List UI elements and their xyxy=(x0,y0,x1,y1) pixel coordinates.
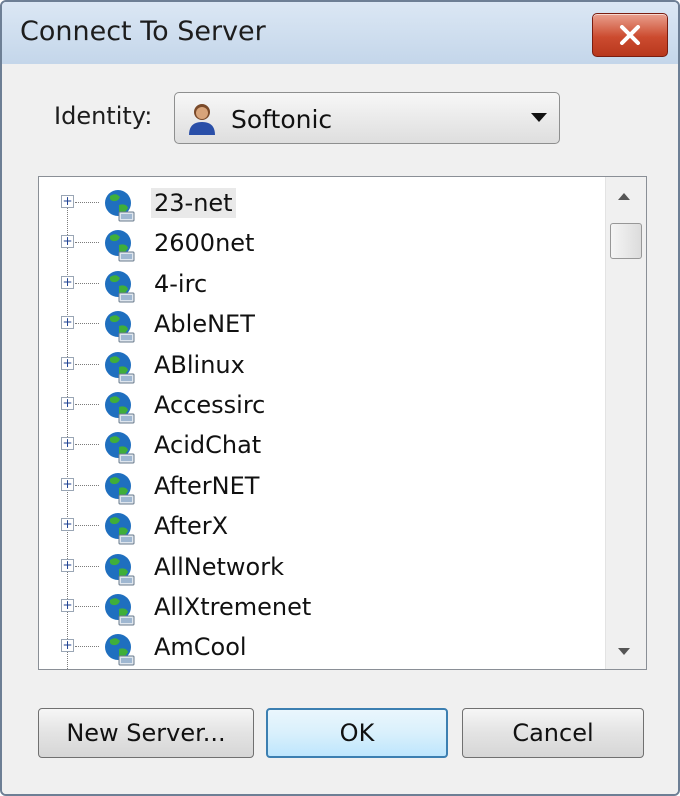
server-item[interactable]: + Accessirc xyxy=(39,385,599,425)
plus-expander-icon[interactable]: + xyxy=(61,316,74,330)
server-item[interactable]: + AfterX xyxy=(39,506,599,546)
server-name: AmCool xyxy=(154,633,247,662)
tree-connector xyxy=(75,202,99,203)
plus-expander-icon[interactable]: + xyxy=(61,639,74,653)
globe-icon xyxy=(105,553,135,586)
plus-expander-icon[interactable]: + xyxy=(61,356,74,370)
window-title: Connect To Server xyxy=(20,16,266,47)
server-name: Accessirc xyxy=(154,391,266,419)
plus-expander-icon[interactable]: + xyxy=(61,235,74,249)
server-item[interactable]: + AmCool xyxy=(39,627,599,667)
server-name: 23-net xyxy=(151,188,236,218)
server-item[interactable]: +23-net xyxy=(39,183,599,223)
tree-connector xyxy=(75,444,99,446)
connect-to-server-dialog: Connect To Server Identity: Softonic +23… xyxy=(0,0,680,796)
plus-expander-icon[interactable]: + xyxy=(61,477,74,491)
globe-icon xyxy=(105,472,135,505)
tree-connector xyxy=(75,242,99,244)
identity-label: Identity: xyxy=(54,102,153,130)
dialog-content: Identity: Softonic +23-net +2600net +4-irc… xyxy=(2,64,678,794)
plus-expander-icon[interactable]: + xyxy=(61,275,74,289)
server-item[interactable]: + ABlinux xyxy=(39,345,599,385)
plus-expander-icon[interactable]: + xyxy=(61,558,74,572)
chevron-down-icon xyxy=(531,113,547,122)
vertical-scrollbar[interactable] xyxy=(605,177,646,669)
new-server-button[interactable]: New Server... xyxy=(38,708,254,758)
server-name: AfterNET xyxy=(154,471,260,500)
server-name: AcidChat xyxy=(154,431,262,460)
globe-icon xyxy=(105,432,135,464)
tree-connector xyxy=(75,525,99,527)
server-tree[interactable]: +23-net +2600net +4-irc + AbleNET + ABlinux + Ac… xyxy=(38,176,647,670)
globe-icon xyxy=(105,190,135,222)
server-name: AllXtremenet xyxy=(154,593,312,621)
tree-connector xyxy=(75,565,99,567)
plus-expander-icon[interactable]: + xyxy=(61,599,74,612)
tree-connector xyxy=(75,282,99,284)
tree-connector xyxy=(75,646,99,648)
globe-icon xyxy=(105,270,135,303)
server-item[interactable]: +2600net xyxy=(39,223,599,263)
plus-expander-icon[interactable]: + xyxy=(61,437,74,451)
globe-icon xyxy=(105,392,135,424)
scroll-down-icon[interactable] xyxy=(618,648,630,655)
server-item[interactable]: + AfterNET xyxy=(39,466,599,506)
server-name: ABlinux xyxy=(154,350,245,379)
cancel-button[interactable]: Cancel xyxy=(462,708,644,758)
ok-button[interactable]: OK xyxy=(266,708,448,758)
server-item[interactable]: + AllNetwork xyxy=(39,547,599,587)
globe-icon xyxy=(105,634,135,666)
plus-expander-icon[interactable]: + xyxy=(61,518,74,532)
title-bar[interactable]: Connect To Server xyxy=(2,2,678,65)
server-item[interactable]: + AcidChat xyxy=(39,425,599,465)
server-name: AfterX xyxy=(154,512,229,541)
server-item[interactable]: +4-irc xyxy=(39,264,599,304)
server-name: 4-irc xyxy=(154,269,208,298)
tree-connector xyxy=(75,484,99,486)
close-icon xyxy=(620,25,640,45)
tree-connector xyxy=(75,363,99,365)
tree-connector xyxy=(75,606,99,607)
globe-icon xyxy=(105,311,135,343)
user-avatar-icon xyxy=(189,104,215,135)
scroll-thumb[interactable] xyxy=(610,223,642,259)
globe-icon xyxy=(105,513,135,545)
tree-connector xyxy=(75,404,99,405)
close-button[interactable] xyxy=(592,13,668,57)
server-name: 2600net xyxy=(154,229,255,258)
globe-icon xyxy=(105,594,135,626)
server-item[interactable]: + AllXtremenet xyxy=(39,587,599,627)
identity-value: Softonic xyxy=(231,105,333,134)
scroll-up-icon[interactable] xyxy=(618,193,630,200)
server-name: AllNetwork xyxy=(154,552,284,581)
globe-icon xyxy=(105,230,135,262)
plus-expander-icon[interactable]: + xyxy=(61,397,74,410)
tree-connector xyxy=(75,323,99,325)
globe-icon xyxy=(105,351,135,384)
server-item[interactable]: + AbleNET xyxy=(39,304,599,344)
plus-expander-icon[interactable]: + xyxy=(61,195,74,208)
identity-dropdown[interactable]: Softonic xyxy=(174,92,560,144)
server-name: AbleNET xyxy=(154,310,255,339)
